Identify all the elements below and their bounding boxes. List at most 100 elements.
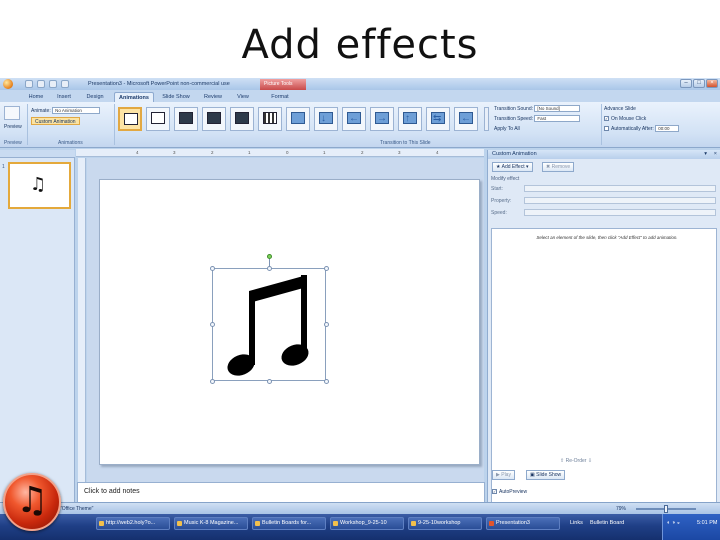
notes-pane[interactable]: Click to add notes <box>77 482 485 504</box>
auto-after-spinner[interactable]: 00:00 <box>655 125 680 133</box>
preview-button-label[interactable]: Preview <box>4 123 22 131</box>
custom-animation-button[interactable]: Custom Animation <box>31 117 80 125</box>
maximize-button[interactable]: □ <box>693 79 705 88</box>
transition-wipe-up-thumb[interactable]: ↑ <box>398 107 422 131</box>
property-dropdown[interactable] <box>524 197 716 204</box>
save-icon[interactable] <box>25 80 33 88</box>
resize-handle-right[interactable] <box>324 322 329 327</box>
transition-fade-black-thumb[interactable] <box>174 107 198 131</box>
transition-speed-dropdown[interactable]: Fast <box>534 115 581 123</box>
slide-number: 1 <box>2 164 5 170</box>
tab-design[interactable]: Design <box>82 92 108 102</box>
tab-animations[interactable]: Animations <box>114 92 154 102</box>
taskbar-item-workshop-folder[interactable]: 9-25-10workshop <box>408 517 482 530</box>
transition-split-thumb[interactable]: ⇆ <box>426 107 450 131</box>
taskbar-item-browser[interactable]: http://web2.holy?o... <box>96 517 170 530</box>
transition-push-thumb[interactable]: ← <box>454 107 478 131</box>
transition-cut-black-thumb[interactable] <box>230 107 254 131</box>
resize-handle-bottom[interactable] <box>267 379 272 384</box>
autopreview-row: ✓ AutoPreview <box>492 489 528 495</box>
apply-to-all-button[interactable]: Apply To All <box>494 125 520 133</box>
tab-insert[interactable]: Insert <box>52 92 76 102</box>
clock[interactable]: 5:01 PM <box>697 520 717 526</box>
office-button-icon[interactable] <box>3 79 13 89</box>
slide-heading: Add effects <box>241 22 479 68</box>
music-app-orb-icon: ♫ <box>3 473 61 531</box>
play-button[interactable]: ▶ Play <box>492 470 515 480</box>
add-effect-button[interactable]: ★ Add Effect ▾ <box>492 162 533 172</box>
music-note-thumbnail-icon: ♫ <box>30 174 47 195</box>
notes-placeholder: Click to add notes <box>84 488 140 495</box>
close-button[interactable]: × <box>706 79 718 88</box>
window-title: Presentation3 - Microsoft PowerPoint non… <box>88 81 230 87</box>
animate-dropdown[interactable]: No Animation <box>52 107 101 115</box>
redo-icon[interactable] <box>49 80 57 88</box>
taskbar-item-bulletin-boards[interactable]: Bulletin Boards for... <box>252 517 326 530</box>
music-note-orb-glyph: ♫ <box>15 480 49 521</box>
bulletin-board-link[interactable]: Bulletin Board <box>590 520 624 526</box>
resize-handle-top[interactable] <box>267 266 272 271</box>
transition-wipe-left-thumb[interactable]: ← <box>342 107 366 131</box>
transition-none-thumb[interactable] <box>118 107 142 131</box>
transition-group-label: Transition to This Slide <box>380 140 431 146</box>
vertical-ruler <box>78 158 86 483</box>
minimize-button[interactable]: – <box>680 79 692 88</box>
status-bar: "Office Theme" 79% <box>0 502 720 514</box>
transition-dissolve-thumb[interactable] <box>258 107 282 131</box>
group-separator <box>601 104 602 145</box>
on-mouse-click-checkbox[interactable]: ✓ <box>604 116 609 122</box>
tray-icons[interactable]: ◐ ◑ ◒ <box>667 520 680 526</box>
zoom-slider-thumb[interactable] <box>664 505 668 513</box>
transition-cut-thumb[interactable] <box>202 107 226 131</box>
taskbar-item-music-magazine[interactable]: Music K-8 Magazine... <box>174 517 248 530</box>
powerpoint-window: Presentation3 - Microsoft PowerPoint non… <box>0 78 720 540</box>
resize-handle-bottom-left[interactable] <box>210 379 215 384</box>
remove-button[interactable]: ✖ Remove <box>542 162 575 172</box>
tab-slide-show[interactable]: Slide Show <box>158 92 194 102</box>
quick-access-dropdown-icon[interactable] <box>61 80 69 88</box>
start-dropdown[interactable] <box>524 185 716 192</box>
group-separator <box>114 104 115 145</box>
task-pane-dropdown-icon[interactable]: ▾ <box>704 150 707 159</box>
transition-speed-row: Transition Speed: Fast <box>494 115 581 123</box>
gallery-scroll[interactable] <box>484 107 489 131</box>
windows-taskbar: http://web2.holy?o... Music K-8 Magazine… <box>0 514 720 540</box>
slides-outline-tabs[interactable] <box>0 150 75 158</box>
preview-icon[interactable] <box>4 106 20 120</box>
slide-show-button[interactable]: ▣ Slide Show <box>526 470 566 480</box>
reorder-down-icon[interactable]: ⇩ <box>586 458 592 464</box>
modify-effect-label: Modify effect <box>491 176 520 182</box>
transition-fade-thumb[interactable] <box>146 107 170 131</box>
tab-home[interactable]: Home <box>24 92 48 102</box>
transition-wipe-down-thumb[interactable]: ↓ <box>314 107 338 131</box>
auto-after-checkbox[interactable] <box>604 126 609 132</box>
links-toolbar[interactable]: Links <box>570 520 583 526</box>
transition-checker-thumb[interactable] <box>286 107 310 131</box>
resize-handle-left[interactable] <box>210 322 215 327</box>
resize-handle-bottom-right[interactable] <box>324 379 329 384</box>
animation-list-hint: Select an element of the slide, then cli… <box>536 235 678 240</box>
resize-handle-top-left[interactable] <box>210 266 215 271</box>
tab-format[interactable]: Format <box>266 92 294 102</box>
undo-icon[interactable] <box>37 80 45 88</box>
slide-thumbnail[interactable]: ♫ <box>8 162 71 209</box>
zoom-level[interactable]: 79% <box>616 506 626 512</box>
transition-sound-row: Transition Sound: [No Sound] <box>494 105 581 113</box>
transition-speed-label: Transition Speed: <box>494 116 534 122</box>
autopreview-checkbox[interactable]: ✓ <box>492 489 497 495</box>
taskbar-item-presentation[interactable]: Presentation3 <box>486 517 560 530</box>
speed-dropdown[interactable] <box>524 209 716 216</box>
animation-list[interactable]: Select an element of the slide, then cli… <box>491 228 717 528</box>
theme-name: "Office Theme" <box>60 506 94 512</box>
tab-view[interactable]: View <box>232 92 254 102</box>
task-pane-close-icon[interactable]: × <box>714 150 717 159</box>
transition-sound-dropdown[interactable]: [No Sound] <box>534 105 581 113</box>
ribbon-tab-row: Home Insert Design Animations Slide Show… <box>0 90 720 102</box>
taskbar-item-workshop[interactable]: Workshop_9-25-10 <box>330 517 404 530</box>
task-pane-title: Custom Animation <box>492 151 537 157</box>
resize-handle-top-right[interactable] <box>324 266 329 271</box>
tab-review[interactable]: Review <box>198 92 228 102</box>
auto-after-label: Automatically After: <box>611 126 654 132</box>
transition-wipe-right-thumb[interactable]: → <box>370 107 394 131</box>
picture-selection-frame <box>210 254 329 384</box>
